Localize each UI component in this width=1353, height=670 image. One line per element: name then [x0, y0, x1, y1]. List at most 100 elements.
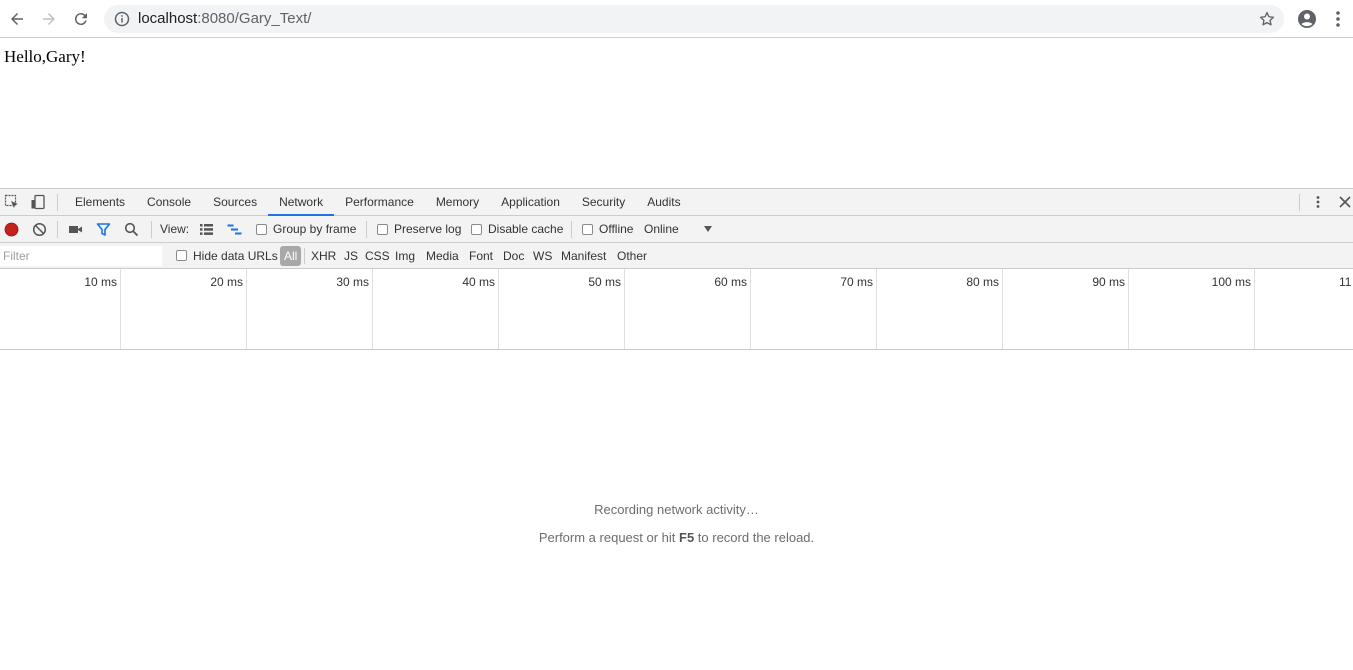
- network-empty-state: Recording network activity… Perform a re…: [0, 350, 1353, 670]
- browser-menu-icon[interactable]: [1331, 9, 1345, 29]
- devtools-menu-icon[interactable]: [1311, 195, 1325, 209]
- hide-data-urls-checkbox[interactable]: [176, 250, 187, 261]
- devtools-panel: Elements Console Sources Network Perform…: [0, 188, 1353, 670]
- filter-bar: Hide data URLs All XHR JS CSS Img Media …: [0, 243, 1353, 269]
- address-bar[interactable]: localhost:8080/Gary_Text/: [104, 5, 1284, 33]
- separator: [57, 221, 58, 238]
- tick-label: 80 ms: [966, 275, 999, 289]
- timeline-tick: 20 ms: [121, 269, 247, 349]
- close-icon[interactable]: [1338, 195, 1352, 209]
- forward-button[interactable]: [37, 7, 61, 31]
- throttling-select[interactable]: Online: [644, 216, 718, 243]
- type-filter-doc[interactable]: Doc: [500, 246, 527, 266]
- disable-cache-checkbox[interactable]: [471, 224, 482, 235]
- type-filter-js[interactable]: JS: [341, 246, 361, 266]
- timeline-tick: 70 ms: [751, 269, 877, 349]
- tab-console[interactable]: Console: [136, 189, 202, 216]
- reload-icon: [74, 13, 87, 26]
- tick-label: 90 ms: [1092, 275, 1125, 289]
- devtools-tabs: Elements Console Sources Network Perform…: [64, 189, 692, 216]
- tab-performance[interactable]: Performance: [334, 189, 425, 216]
- overview-waterfall-icon[interactable]: [227, 222, 242, 237]
- tick-label: 50 ms: [588, 275, 621, 289]
- hint-key: F5: [679, 530, 695, 545]
- separator: [571, 221, 572, 238]
- hide-data-urls-label: Hide data URLs: [193, 249, 278, 263]
- clear-icon[interactable]: [32, 222, 47, 237]
- throttling-value: Online: [644, 222, 679, 236]
- tab-network[interactable]: Network: [268, 189, 335, 216]
- tick-label: 11: [1339, 275, 1352, 289]
- dropdown-arrow-icon: [704, 226, 712, 232]
- record-icon[interactable]: [4, 222, 19, 237]
- separator: [304, 248, 305, 264]
- url-text: localhost:8080/Gary_Text/: [138, 10, 311, 28]
- tick-label: 20 ms: [210, 275, 243, 289]
- disable-cache-label: Disable cache: [488, 222, 564, 236]
- timeline-tick: 11: [1255, 269, 1353, 349]
- back-button[interactable]: [5, 7, 29, 31]
- tab-elements[interactable]: Elements: [64, 189, 136, 216]
- timeline-overview[interactable]: 10 ms 20 ms 30 ms 40 ms 50 ms 60 ms 70 m…: [0, 269, 1353, 350]
- reload-button[interactable]: [69, 7, 93, 31]
- timeline-tick: 30 ms: [247, 269, 373, 349]
- timeline-tick: 90 ms: [1003, 269, 1129, 349]
- inspect-element-icon[interactable]: [4, 194, 20, 210]
- timeline-tick: 100 ms: [1129, 269, 1255, 349]
- tab-sources[interactable]: Sources: [202, 189, 268, 216]
- tick-label: 10 ms: [84, 275, 117, 289]
- device-toolbar-icon[interactable]: [30, 194, 46, 210]
- capture-screenshots-icon[interactable]: [68, 222, 83, 237]
- back-arrow-icon: [11, 13, 23, 25]
- tick-label: 70 ms: [840, 275, 873, 289]
- browser-toolbar: localhost:8080/Gary_Text/: [0, 0, 1353, 38]
- preserve-log-label: Preserve log: [394, 222, 462, 236]
- group-by-frame-checkbox[interactable]: [256, 224, 267, 235]
- type-filter-manifest[interactable]: Manifest: [558, 246, 609, 266]
- network-toolbar: View: Group by frame Preserve log Disabl…: [0, 216, 1353, 243]
- tick-label: 30 ms: [336, 275, 369, 289]
- timeline-tick: 50 ms: [499, 269, 625, 349]
- bookmark-star-icon[interactable]: [1258, 10, 1276, 28]
- group-by-frame-label: Group by frame: [273, 222, 357, 236]
- hint-text-before: Perform a request or hit: [538, 530, 680, 545]
- type-filter-font[interactable]: Font: [466, 246, 496, 266]
- separator: [1299, 194, 1300, 211]
- separator: [151, 221, 152, 238]
- url-host: localhost: [138, 10, 198, 27]
- devtools-tabbar: Elements Console Sources Network Perform…: [0, 189, 1353, 216]
- profile-avatar-icon[interactable]: [1297, 9, 1317, 29]
- type-filter-img[interactable]: Img: [392, 246, 418, 266]
- preserve-log-checkbox[interactable]: [377, 224, 388, 235]
- tab-security[interactable]: Security: [571, 189, 636, 216]
- tab-memory[interactable]: Memory: [425, 189, 490, 216]
- tab-application[interactable]: Application: [490, 189, 571, 216]
- type-filter-ws[interactable]: WS: [530, 246, 555, 266]
- view-label: View:: [160, 222, 190, 236]
- type-filter-all[interactable]: All: [280, 246, 302, 266]
- forward-arrow-icon: [43, 13, 55, 25]
- large-rows-icon[interactable]: [199, 222, 214, 237]
- offline-checkbox[interactable]: [582, 224, 593, 235]
- type-filter-other[interactable]: Other: [614, 246, 650, 266]
- info-icon[interactable]: [114, 11, 130, 27]
- tick-label: 60 ms: [714, 275, 747, 289]
- separator: [366, 221, 367, 238]
- search-icon[interactable]: [124, 222, 139, 237]
- reload-hint: Perform a request or hit F5 to record th…: [0, 530, 1353, 545]
- page-greeting: Hello,Gary!: [4, 47, 86, 66]
- tab-audits[interactable]: Audits: [636, 189, 691, 216]
- url-path: :8080/Gary_Text/: [197, 10, 312, 27]
- recording-message: Recording network activity…: [594, 502, 759, 517]
- offline-label: Offline: [599, 222, 634, 236]
- timeline-tick: 10 ms: [0, 269, 121, 349]
- tick-label: 100 ms: [1211, 275, 1251, 289]
- timeline-tick: 60 ms: [625, 269, 751, 349]
- type-filter-xhr[interactable]: XHR: [308, 246, 339, 266]
- type-filter-media[interactable]: Media: [423, 246, 462, 266]
- page-viewport: Hello,Gary!: [0, 38, 1353, 188]
- tick-label: 40 ms: [462, 275, 495, 289]
- filter-input[interactable]: [0, 246, 162, 266]
- filter-icon[interactable]: [96, 222, 111, 237]
- type-filter-css[interactable]: CSS: [362, 246, 393, 266]
